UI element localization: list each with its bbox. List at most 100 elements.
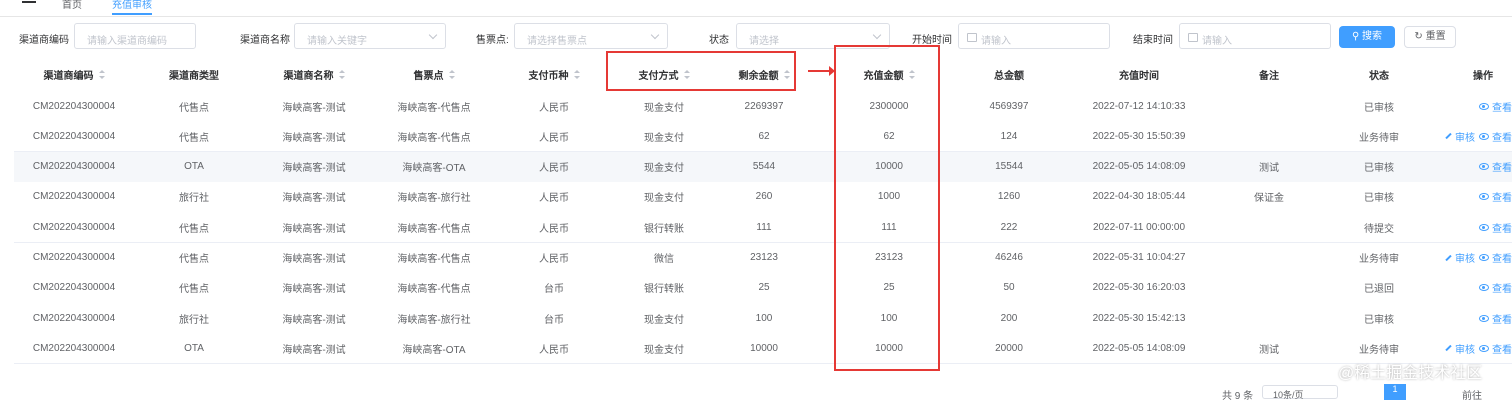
search-button[interactable]: ⚲ 搜索 — [1339, 26, 1395, 48]
table-cell: 1260 — [997, 191, 1021, 203]
column-header[interactable]: 支付币种 — [494, 57, 614, 91]
point-label: 售票点: — [476, 35, 509, 46]
view-link-label: 查看 — [1492, 284, 1512, 296]
column-header-label: 售票点 — [413, 70, 444, 82]
page-number-current[interactable]: 1 — [1384, 384, 1406, 400]
table-cell: 2022-05-30 15:50:39 — [1092, 130, 1186, 142]
audit-link[interactable]: 审核 — [1445, 250, 1475, 265]
table-row[interactable]: CM202204300004 代售点 海峡高客-测试 海峡高客-代售点 人民币 银行转账 1… — [14, 212, 1512, 244]
view-link[interactable]: 查看 — [1479, 129, 1512, 144]
table-cell: 10000 — [750, 342, 778, 354]
sort-icon[interactable] — [98, 69, 105, 79]
menu-icon[interactable] — [22, 1, 36, 3]
goto-label: 前往 — [1462, 391, 1482, 402]
sort-icon[interactable] — [573, 69, 580, 79]
filter-bar: 渠道商编码 请输入渠道商编码 渠道商名称 请输入关键字 售票点: 请选择售票点 … — [0, 22, 1512, 52]
table-cell: CM202204300004 — [32, 342, 116, 354]
table-cell — [1209, 303, 1329, 333]
end-time-placeholder: 请输入 — [1202, 36, 1232, 47]
view-link[interactable]: 查看 — [1479, 341, 1512, 356]
view-link[interactable]: 查看 — [1479, 280, 1512, 295]
table-row[interactable]: CM202204300004 代售点 海峡高客-测试 海峡高客-代售点 人民币 现金支付 2… — [14, 91, 1512, 122]
start-time-input[interactable]: 请输入 — [958, 23, 1110, 49]
column-header[interactable]: 售票点 — [374, 57, 494, 91]
column-header[interactable]: 渠道商编码 — [14, 57, 134, 91]
table-cell: 人民币 — [539, 193, 569, 205]
eye-icon — [1479, 223, 1489, 231]
column-header[interactable]: 渠道商名称 — [254, 57, 374, 91]
eye-icon — [1479, 254, 1489, 261]
table-cell: 人民币 — [539, 102, 569, 114]
breadcrumb-current[interactable]: 充值审核 — [112, 0, 152, 15]
table-cell: CM202204300004 — [32, 191, 116, 203]
table-cell: 23123 — [750, 252, 778, 263]
table-cell: 海峡高客-测试 — [282, 314, 346, 326]
view-link[interactable]: 查看 — [1479, 311, 1512, 326]
audit-link[interactable]: 审核 — [1445, 341, 1475, 356]
view-link[interactable]: 查看 — [1479, 189, 1512, 204]
start-time-placeholder: 请输入 — [981, 36, 1011, 47]
code-input[interactable]: 请输入渠道商编码 — [74, 23, 196, 49]
view-link[interactable]: 查看 — [1479, 250, 1512, 265]
view-link[interactable]: 查看 — [1479, 99, 1512, 114]
row-actions: 审核 查看 — [1394, 121, 1512, 151]
table-cell: 2022-05-05 14:08:09 — [1092, 161, 1186, 173]
table-row[interactable]: CM202204300004 代售点 海峡高客-测试 海峡高客-代售点 台币 银行转账 25… — [14, 272, 1512, 304]
table-cell: OTA — [184, 342, 204, 354]
eye-icon — [1479, 314, 1489, 322]
code-label: 渠道商编码 — [19, 35, 69, 46]
name-select[interactable]: 请输入关键字 — [294, 23, 446, 49]
table-cell: 20000 — [995, 342, 1023, 354]
watermark: @稀土掘金技术社区 — [1338, 365, 1483, 382]
table-row[interactable]: CM202204300004 代售点 海峡高客-测试 海峡高客-代售点 人民币 现金支付 6… — [14, 121, 1512, 153]
table-cell: 5544 — [752, 161, 776, 173]
table-cell: 海峡高客-测试 — [282, 132, 346, 144]
table-row[interactable]: CM202204300004 OTA 海峡高客-测试 海峡高客-OTA 人民币 现金支付 1… — [14, 333, 1512, 365]
row-actions: 查看 — [1394, 91, 1512, 121]
table-cell: 15544 — [995, 161, 1023, 173]
audit-link[interactable]: 审核 — [1445, 129, 1475, 144]
table-cell: 人民币 — [539, 254, 569, 265]
table-cell: 代售点 — [179, 254, 209, 265]
table-cell: 2269397 — [744, 100, 784, 112]
end-time-label: 结束时间 — [1133, 35, 1173, 46]
table-cell: 2022-07-11 00:00:00 — [1092, 221, 1186, 233]
view-link[interactable]: 查看 — [1479, 220, 1512, 235]
annotation-arrow — [808, 66, 835, 76]
sort-icon[interactable] — [448, 69, 455, 79]
sort-icon[interactable] — [338, 69, 345, 79]
point-select[interactable]: 请选择售票点 — [514, 23, 668, 49]
reset-button[interactable]: ↻ 重置 — [1404, 26, 1456, 48]
table-cell — [1209, 273, 1329, 303]
table-cell: 旅行社 — [179, 314, 209, 326]
column-header-label: 总金额 — [994, 70, 1024, 82]
page-size-select[interactable]: 10条/页 — [1262, 385, 1338, 400]
end-time-input[interactable]: 请输入 — [1179, 23, 1331, 49]
table-cell: CM202204300004 — [32, 161, 116, 173]
table-cell: 100 — [755, 312, 773, 324]
view-link-label: 查看 — [1492, 102, 1512, 114]
view-link-label: 查看 — [1492, 314, 1512, 326]
column-header-label: 状态 — [1369, 70, 1389, 82]
audit-link-label: 审核 — [1455, 132, 1475, 144]
view-link[interactable]: 查看 — [1479, 159, 1512, 174]
audit-link-label: 审核 — [1455, 254, 1475, 265]
top-nav-bar: 首页 充值审核 — [0, 0, 1512, 17]
pagination-total: 共 9 条 — [1222, 391, 1254, 402]
view-link-label: 查看 — [1492, 254, 1512, 265]
column-header-label: 渠道商名称 — [283, 70, 334, 82]
table-cell: 2022-05-31 10:04:27 — [1092, 252, 1186, 263]
table-cell: 台币 — [544, 284, 564, 296]
table-row[interactable]: CM202204300004 旅行社 海峡高客-测试 海峡高客-旅行社 人民币 现金支付 2… — [14, 181, 1512, 213]
table-cell: 代售点 — [179, 284, 209, 296]
table-row[interactable]: CM202204300004 OTA 海峡高客-测试 海峡高客-OTA 人民币 现金支付 5… — [14, 151, 1512, 183]
name-placeholder: 请输入关键字 — [307, 36, 367, 47]
table-row[interactable]: CM202204300004 旅行社 海峡高客-测试 海峡高客-旅行社 台币 现金支付 10… — [14, 303, 1512, 335]
view-link-label: 查看 — [1492, 163, 1512, 175]
table-cell: 2022-07-12 14:10:33 — [1092, 100, 1186, 112]
table-row[interactable]: CM202204300004 代售点 海峡高客-测试 海峡高客-代售点 人民币 微信 231… — [14, 242, 1512, 274]
table-cell: 人民币 — [539, 163, 569, 175]
breadcrumb-home[interactable]: 首页 — [62, 0, 82, 11]
table-cell: 代售点 — [179, 102, 209, 114]
chevron-down-icon — [872, 30, 882, 40]
